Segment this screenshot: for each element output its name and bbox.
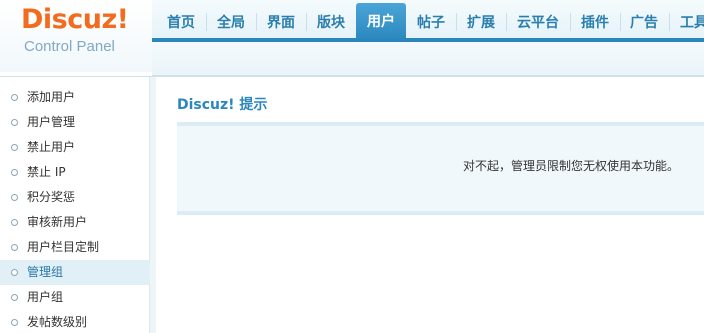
bullet-icon (11, 244, 18, 251)
sidebar-item-label: 审核新用户 (27, 215, 88, 229)
nav-item-7[interactable]: 云平台 (516, 10, 560, 36)
bullet-icon (11, 169, 18, 176)
sidebar-item-9[interactable]: 发帖数级别 (0, 310, 150, 333)
page-title: Discuz! 提示 (177, 97, 268, 113)
nav-separator (206, 13, 207, 31)
nav-item-8[interactable]: 插件 (580, 10, 610, 36)
nav-item-1[interactable]: 全局 (216, 10, 246, 36)
nav-item-9[interactable]: 广告 (629, 10, 659, 36)
nav-item-5[interactable]: 帖子 (416, 10, 446, 36)
sidebar-item-label: 禁止用户 (27, 140, 76, 154)
bullet-icon (11, 269, 18, 276)
bullet-icon (11, 319, 18, 326)
sidebar-item-0[interactable]: 添加用户 (0, 85, 150, 110)
nav-separator (619, 13, 621, 31)
sidebar-item-6[interactable]: 用户栏目定制 (0, 235, 150, 260)
sidebar-item-2[interactable]: 禁止用户 (0, 135, 150, 160)
nav-separator (506, 13, 507, 31)
sidebar-item-label: 管理组 (27, 265, 64, 279)
sidebar-item-label: 用户组 (27, 290, 64, 304)
main-content: Discuz! 提示 对不起，管理员限制您无权使用本功能。 (156, 77, 704, 333)
sidebar-item-5[interactable]: 审核新用户 (0, 210, 150, 235)
nav-separator (306, 13, 307, 31)
notice-box: 对不起，管理员限制您无权使用本功能。 (177, 122, 704, 215)
sidebar: 添加用户用户管理禁止用户禁止 IP 积分奖惩审核新用户用户栏目定制 管理组用户组发帖… (0, 77, 150, 333)
logo-subtitle: Control Panel (24, 38, 115, 55)
nav-item-3[interactable]: 版块 (316, 10, 346, 36)
nav-separator (570, 13, 571, 31)
nav-item-6[interactable]: 扩展 (466, 10, 496, 36)
bullet-icon (11, 294, 18, 301)
sidebar-item-7[interactable]: 管理组 (0, 260, 150, 285)
bullet-icon (11, 144, 18, 151)
nav-item-0[interactable]: 首页 (166, 10, 196, 36)
bullet-icon (11, 119, 18, 126)
sidebar-item-4[interactable]: 积分奖惩 (0, 185, 150, 210)
sidebar-item-label: 用户栏目定制 (27, 240, 100, 254)
sidebar-item-label: 积分奖惩 (27, 190, 76, 204)
sidebar-item-3[interactable]: 禁止 IP (0, 160, 150, 185)
sidebar-item-label: 发帖数级别 (27, 315, 88, 329)
nav-separator (669, 13, 670, 31)
nav-item-2[interactable]: 界面 (266, 10, 296, 36)
nav-separator (456, 13, 457, 31)
sidebar-item-1[interactable]: 用户管理 (0, 110, 150, 135)
notice-message: 对不起，管理员限制您无权使用本功能。 (462, 159, 679, 173)
bullet-icon (11, 94, 18, 101)
sidebar-item-8[interactable]: 用户组 (0, 285, 150, 310)
sub-toolbar (152, 42, 704, 76)
bullet-icon (11, 219, 18, 226)
nav-item-4[interactable]: 用户 (356, 3, 406, 41)
nav-item-10[interactable]: 工具 (679, 10, 704, 36)
sidebar-item-label: 添加用户 (27, 90, 76, 104)
header: Discuz! Control Panel 首页 全局 界面 版块 用户 帖子 扩展 云平台插… (0, 0, 704, 76)
bullet-icon (11, 194, 18, 201)
logo-title: Discuz! (21, 4, 129, 35)
discuz-logo[interactable]: Discuz! Control Panel (0, 0, 152, 72)
nav-separator (256, 13, 257, 31)
sidebar-item-label: 禁止 IP (27, 165, 66, 179)
sidebar-item-label: 用户管理 (27, 115, 76, 129)
